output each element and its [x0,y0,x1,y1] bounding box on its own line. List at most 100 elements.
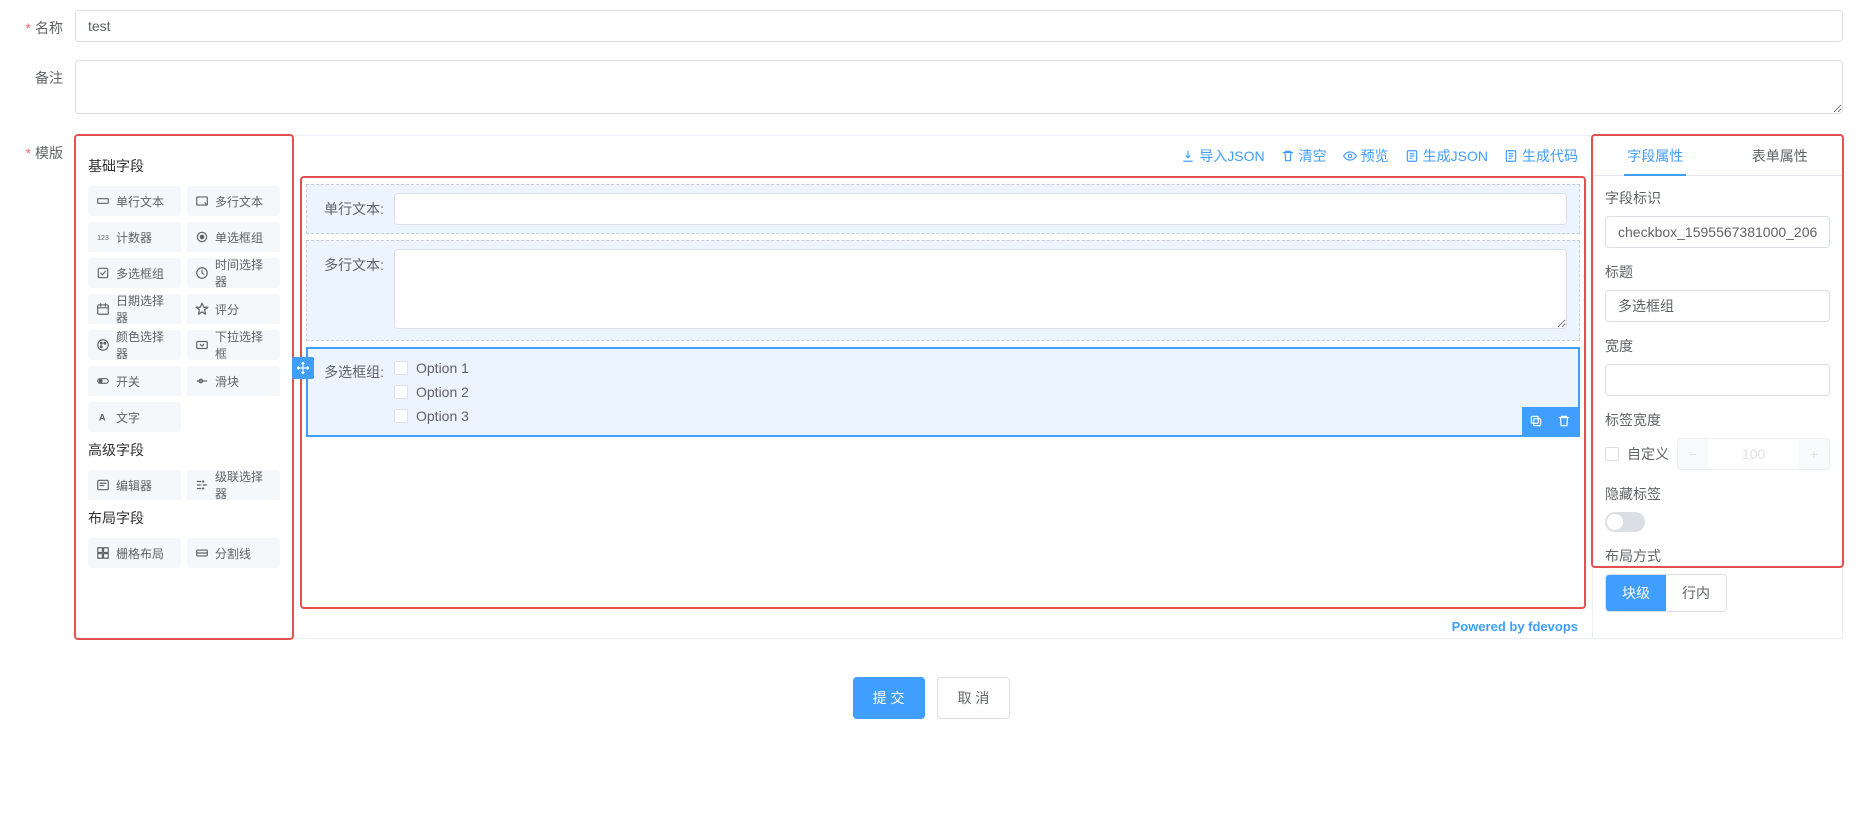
name-row: 名称 [20,10,1843,42]
canvas-field-0[interactable]: 单行文本: [306,184,1580,234]
palette-item-textarea[interactable]: 多行文本 [187,186,280,216]
stepper-plus[interactable]: + [1799,439,1829,469]
checkbox-option-label: Option 1 [416,360,469,376]
canvas-textarea[interactable] [394,249,1567,329]
layout-inline-button[interactable]: 行内 [1666,575,1726,611]
canvas-field-control [394,249,1567,332]
hidelabel-switch[interactable] [1605,512,1645,532]
clock-icon [195,266,209,280]
palette-item-select[interactable]: 下拉选择框 [187,330,280,360]
import-json-button[interactable]: 导入JSON [1181,146,1264,166]
palette-item-label: 级联选择器 [215,468,272,502]
clear-button[interactable]: 清空 [1281,146,1327,166]
powered-by: Powered by fdevops [294,609,1592,638]
checkbox-box[interactable] [394,385,408,399]
textarea-icon [195,194,209,208]
font-icon: A [96,410,110,424]
props-tabs: 字段属性 表单属性 [1593,136,1842,176]
name-label: 名称 [20,10,75,38]
palette-item-divider[interactable]: 分割线 [187,538,280,568]
palette-item-label: 编辑器 [116,477,152,494]
palette-item-label: 单行文本 [116,193,164,210]
palette-item-calendar[interactable]: 日期选择器 [88,294,181,324]
palette-item-label: 计数器 [116,229,152,246]
palette-item-counter[interactable]: 123计数器 [88,222,181,252]
tab-form-props[interactable]: 表单属性 [1718,136,1843,175]
palette-item-font[interactable]: A文字 [88,402,181,432]
palette-item-label: 颜色选择器 [116,328,173,362]
field-palette: 基础字段 单行文本多行文本123计数器单选框组多选框组时间选择器日期选择器评分颜… [74,134,294,640]
submit-button[interactable]: 提 交 [853,677,925,719]
custom-labelwidth-checkbox[interactable] [1605,447,1619,461]
cancel-button[interactable]: 取 消 [937,677,1011,719]
palette-item-clock[interactable]: 时间选择器 [187,258,280,288]
remark-row: 备注 [20,60,1843,117]
star-icon [195,302,209,316]
checkbox-option[interactable]: Option 1 [394,356,1567,380]
canvas-wrap: 导入JSON 清空 预览 生成JSON 生成代码 单行文本:多行文本:多选框组:… [294,136,1592,638]
labelwidth-stepper[interactable]: − 100 + [1677,438,1830,470]
title-prop-input[interactable] [1605,290,1830,322]
checkbox-option-label: Option 3 [416,408,469,424]
palette-item-star[interactable]: 评分 [187,294,280,324]
width-prop-input[interactable] [1605,364,1830,396]
cascader-icon [195,478,209,492]
palette-item-label: 多行文本 [215,193,263,210]
tab-field-props[interactable]: 字段属性 [1593,136,1718,175]
checkbox-option-label: Option 2 [416,384,469,400]
copy-field-button[interactable] [1522,407,1550,435]
svg-text:A: A [99,413,106,423]
checkbox-box[interactable] [394,361,408,375]
labelwidth-prop-label: 标签宽度 [1605,410,1830,430]
hidelabel-prop-label: 隐藏标签 [1605,484,1830,504]
canvas-field-1[interactable]: 多行文本: [306,240,1580,341]
select-icon [195,338,209,352]
palette-item-label: 日期选择器 [116,292,173,326]
properties-panel: 字段属性 表单属性 字段标识 标题 宽度 [1592,136,1842,638]
layout-buttons: 块级 行内 [1605,574,1727,612]
selected-actions [1522,407,1578,435]
template-label: 模版 [20,135,75,163]
gen-json-button[interactable]: 生成JSON [1405,146,1488,166]
palette-item-label: 单选框组 [215,229,263,246]
remark-input[interactable] [75,60,1843,114]
canvas-input[interactable] [394,193,1567,225]
checkbox-option[interactable]: Option 2 [394,380,1567,404]
palette-item-label: 分割线 [215,545,251,562]
drag-handle-icon[interactable] [292,357,314,379]
remark-label: 备注 [20,60,75,88]
palette-item-label: 滑块 [215,373,239,390]
form-actions: 提 交 取 消 [20,657,1843,739]
palette-item-label: 栅格布局 [116,545,164,562]
checkbox-box[interactable] [394,409,408,423]
custom-label-text: 自定义 [1627,444,1669,464]
advanced-fields-title: 高级字段 [88,440,280,460]
fdevops-link[interactable]: Powered by fdevops [1452,619,1578,634]
stepper-minus[interactable]: − [1678,439,1708,469]
palette-item-radio[interactable]: 单选框组 [187,222,280,252]
checkbox-option[interactable]: Option 3 [394,404,1567,428]
preview-button[interactable]: 预览 [1343,146,1389,166]
layout-block-button[interactable]: 块级 [1606,575,1666,611]
palette-item-text-line[interactable]: 单行文本 [88,186,181,216]
palette-item-slider[interactable]: 滑块 [187,366,280,396]
palette-item-cascader[interactable]: 级联选择器 [187,470,280,500]
canvas-area[interactable]: 单行文本:多行文本:多选框组:Option 1Option 2Option 3 [294,176,1592,609]
calendar-icon [96,302,110,316]
palette-item-checkbox[interactable]: 多选框组 [88,258,181,288]
palette-item-label: 时间选择器 [215,256,272,290]
palette-item-label: 下拉选择框 [215,328,272,362]
gen-code-button[interactable]: 生成代码 [1504,146,1578,166]
palette-item-switch[interactable]: 开关 [88,366,181,396]
canvas-field-2[interactable]: 多选框组:Option 1Option 2Option 3 [306,347,1580,437]
delete-field-button[interactable] [1550,407,1578,435]
palette-item-grid[interactable]: 栅格布局 [88,538,181,568]
name-input[interactable] [75,10,1843,42]
palette-item-label: 多选框组 [116,265,164,282]
title-prop-label: 标题 [1605,262,1830,282]
palette-item-editor[interactable]: 编辑器 [88,470,181,500]
field-id-input[interactable] [1605,216,1830,248]
palette-icon [96,338,110,352]
palette-item-palette[interactable]: 颜色选择器 [88,330,181,360]
canvas-field-label: 多行文本: [319,249,394,275]
